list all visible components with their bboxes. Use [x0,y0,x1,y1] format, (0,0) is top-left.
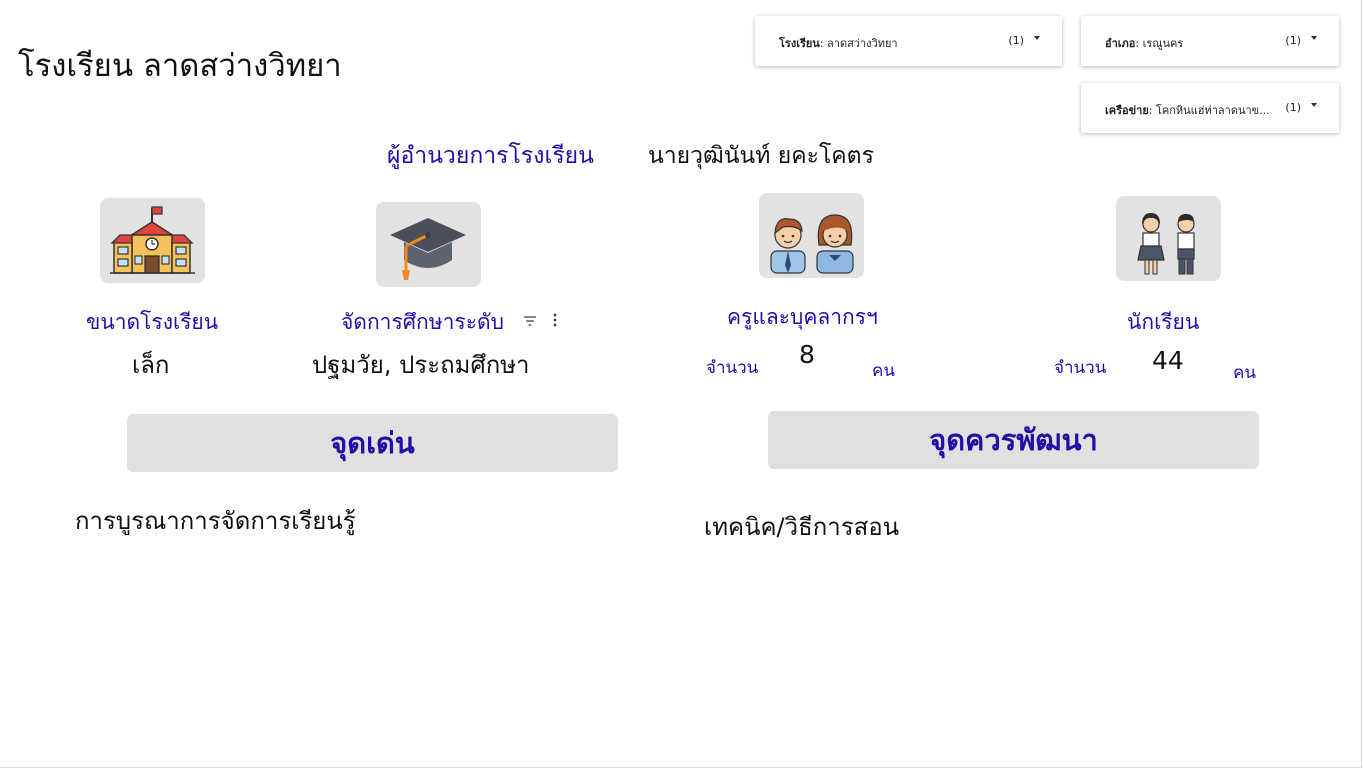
caret-down-icon [1034,36,1040,40]
staff-count-label: จำนวน [706,358,759,378]
caret-down-icon [1311,36,1317,40]
filter-icon[interactable] [522,313,538,332]
education-level-value: ปฐมวัย, ประถมศึกษา [312,351,530,379]
students-tile [1116,196,1221,281]
filter-label: อำเภอ: เรณูนคร [1105,37,1184,50]
graduation-cap-icon [390,218,466,280]
school-size-label: ขนาดโรงเรียน [86,310,219,334]
school-size-value: เล็ก [132,351,170,379]
filter-count: (1) [1008,34,1024,47]
network-filter-dropdown[interactable]: เครือข่าย: โคกหินแฮ่ท่าลาดนาข... (1) [1081,83,1339,133]
strengths-text: การบูรณาการจัดการเรียนรู้ [75,507,356,535]
teachers-icon [770,214,854,274]
education-level-tile [376,202,481,287]
staff-label: ครูและบุคลากรฯ [727,305,878,329]
staff-tile [759,193,864,278]
filter-count: (1) [1285,34,1301,47]
more-options-icon[interactable] [552,312,558,332]
strengths-header: จุดเด่น [127,414,618,472]
filter-label: เครือข่าย: โคกหินแฮ่ท่าลาดนาข... [1105,104,1270,117]
students-count: 44 [1152,346,1184,375]
school-filter-dropdown[interactable]: โรงเรียน: ลาดสว่างวิทยา (1) [755,16,1062,66]
school-building-icon [110,206,195,274]
staff-count: 8 [799,340,815,369]
education-level-label: จัดการศึกษาระดับ [341,310,504,334]
page-title: โรงเรียน ลาดสว่างวิทยา [18,48,342,84]
district-filter-dropdown[interactable]: อำเภอ: เรณูนคร (1) [1081,16,1339,66]
students-count-label: จำนวน [1054,358,1107,378]
caret-down-icon [1311,103,1317,107]
improvements-text: เทคนิค/วิธีการสอน [704,513,900,541]
students-count-unit: คน [1233,363,1256,383]
students-label: นักเรียน [1127,310,1200,334]
staff-count-unit: คน [872,361,895,381]
director-label: ผู้อำนวยการโรงเรียน [387,143,594,169]
improvements-header: จุดควรพัฒนา [768,411,1259,469]
director-name: นายวุฒินันท์ ยคะโคตร [648,143,874,169]
school-size-tile [100,198,205,283]
filter-count: (1) [1285,101,1301,114]
students-icon [1137,213,1195,275]
visual-header-tools [522,312,558,332]
filter-label: โรงเรียน: ลาดสว่างวิทยา [779,37,898,50]
